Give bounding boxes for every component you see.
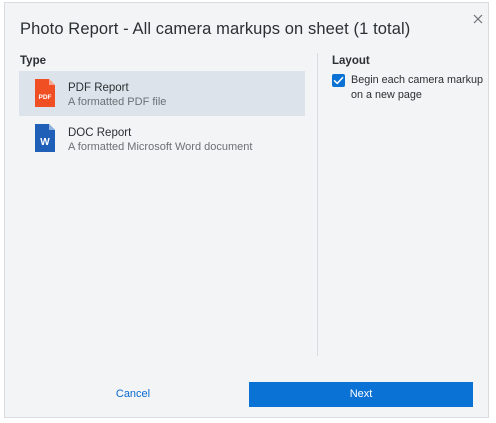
word-file-icon: W xyxy=(35,124,55,152)
dialog-title: Photo Report - All camera markups on she… xyxy=(20,20,411,38)
pdf-report-description: A formatted PDF file xyxy=(68,96,167,108)
next-button[interactable]: Next xyxy=(249,382,473,407)
new-page-checkbox[interactable] xyxy=(332,74,345,87)
checkmark-icon xyxy=(333,76,344,85)
close-icon[interactable] xyxy=(471,12,485,26)
doc-report-name: DOC Report xyxy=(68,127,132,139)
cancel-button[interactable]: Cancel xyxy=(19,382,247,407)
word-icon-text: W xyxy=(40,137,50,148)
doc-report-description: A formatted Microsoft Word document xyxy=(68,141,253,153)
new-page-checkbox-label[interactable]: Begin each camera markup on a new page xyxy=(351,73,486,103)
layout-heading: Layout xyxy=(332,55,370,67)
pdf-report-name: PDF Report xyxy=(68,82,129,94)
doc-report-option[interactable]: W DOC Report A formatted Microsoft Word … xyxy=(19,116,305,161)
pdf-icon-text: PDF xyxy=(39,94,52,101)
pdf-file-icon: PDF xyxy=(35,79,55,107)
type-heading: Type xyxy=(20,55,46,67)
pdf-report-option[interactable]: PDF PDF Report A formatted PDF file xyxy=(19,71,305,116)
section-divider xyxy=(317,53,318,356)
photo-report-dialog: Photo Report - All camera markups on she… xyxy=(4,2,489,418)
